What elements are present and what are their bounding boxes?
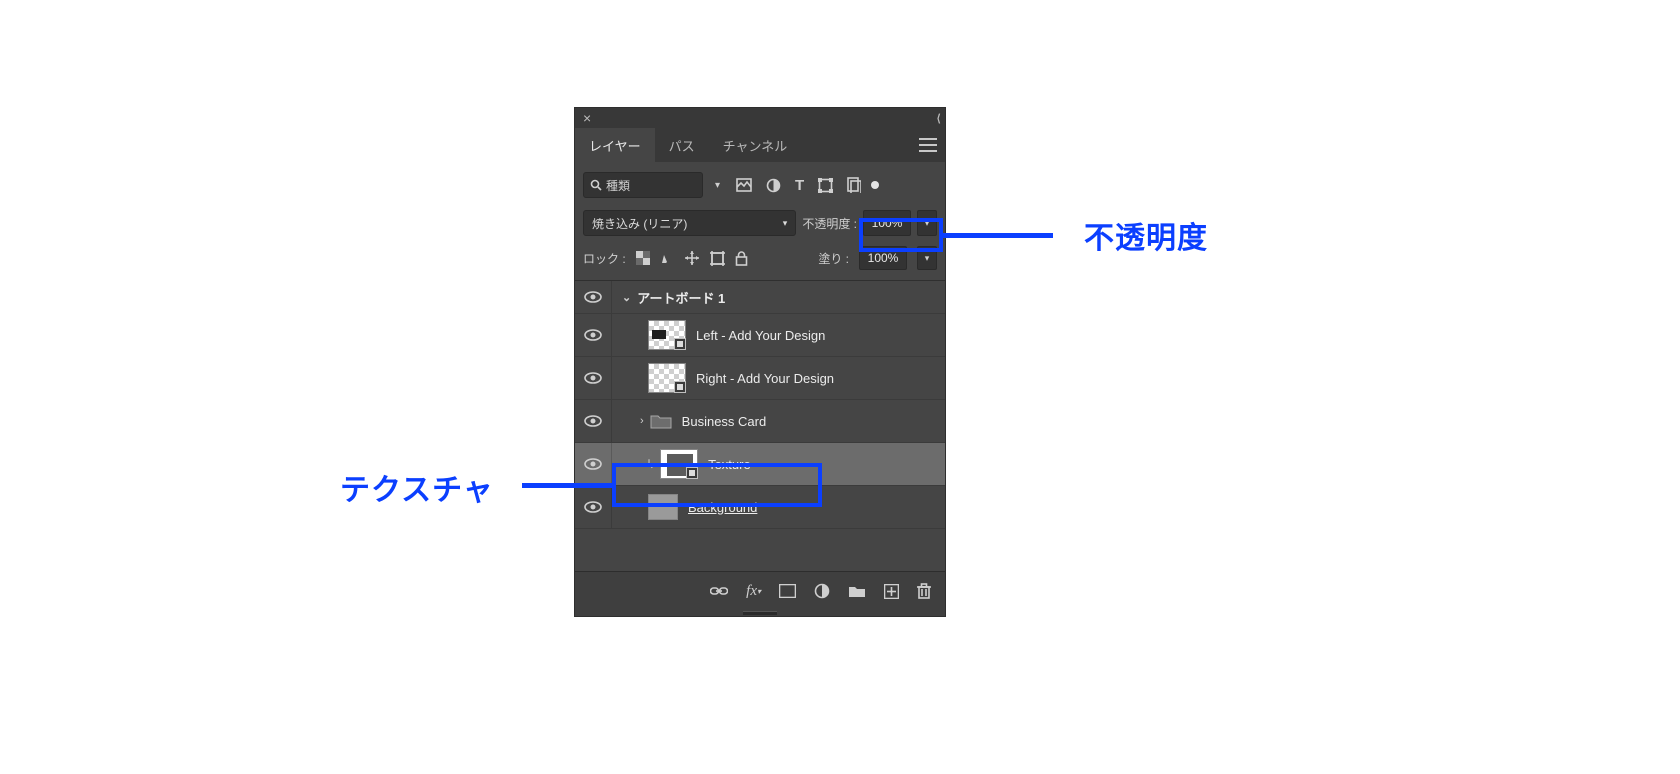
- layer-name: Texture: [708, 457, 751, 472]
- layer-row-right-design[interactable]: Right - Add Your Design: [575, 357, 945, 400]
- filter-toggle-icon[interactable]: [871, 181, 879, 189]
- visibility-toggle[interactable]: [575, 281, 612, 313]
- tab-channels[interactable]: チャンネル: [709, 128, 802, 162]
- layer-row-texture[interactable]: ↳ Texture: [575, 443, 945, 486]
- panel-titlebar: × ⟨⟨: [575, 108, 945, 128]
- layer-style-icon[interactable]: fx▾: [746, 583, 761, 600]
- smartobject-badge-icon: [674, 381, 686, 393]
- fill-label: 塗り :: [818, 250, 849, 267]
- new-layer-icon[interactable]: [884, 584, 899, 599]
- clipping-mask-icon: ↳: [646, 457, 656, 471]
- chevron-down-icon[interactable]: ▾: [709, 180, 726, 191]
- link-layers-icon[interactable]: [710, 586, 728, 596]
- delete-layer-icon[interactable]: [917, 583, 931, 599]
- layer-row-left-design[interactable]: Left - Add Your Design: [575, 314, 945, 357]
- layer-row-artboard[interactable]: ⌄ アートボード 1: [575, 281, 945, 314]
- filter-kind-label: 種類: [606, 177, 630, 194]
- blend-opacity-row: 焼き込み (リニア) ▾ 不透明度 : 100% ▾: [575, 206, 945, 242]
- annotation-connector: [522, 483, 612, 488]
- layers-panel: × ⟨⟨ レイヤー パス チャンネル 種類 ▾ T: [575, 108, 945, 616]
- close-icon[interactable]: ×: [583, 111, 591, 125]
- layer-name: Business Card: [682, 414, 767, 429]
- lock-artboard-icon[interactable]: [710, 251, 725, 266]
- smartobject-badge-icon: [686, 467, 698, 479]
- panel-resize-grip[interactable]: [575, 610, 945, 616]
- opacity-dropdown-icon[interactable]: ▾: [917, 210, 937, 236]
- panel-tabs: レイヤー パス チャンネル: [575, 128, 945, 162]
- chevron-down-icon[interactable]: ⌄: [622, 291, 637, 304]
- visibility-toggle[interactable]: [575, 486, 612, 528]
- chevron-right-icon[interactable]: ›: [640, 415, 650, 427]
- annotation-connector: [943, 233, 1053, 238]
- blend-mode-select[interactable]: 焼き込み (リニア) ▾: [583, 210, 796, 236]
- annotation-label-texture: テクスチャ: [340, 465, 494, 509]
- layers-list: ⌄ アートボード 1 Left - Add Your Design R: [575, 280, 945, 571]
- new-group-icon[interactable]: [848, 584, 866, 598]
- filter-type-layer-icon[interactable]: T: [795, 177, 804, 194]
- folder-icon: [650, 413, 672, 429]
- lock-fill-row: ロック : 塗り : 100% ▾: [575, 242, 945, 280]
- lock-image-icon[interactable]: [660, 251, 674, 265]
- lock-label: ロック :: [583, 250, 626, 267]
- opacity-label: 不透明度 :: [802, 215, 857, 232]
- visibility-toggle[interactable]: [575, 357, 612, 399]
- layer-row-background[interactable]: Background: [575, 486, 945, 529]
- layer-name: Background: [688, 500, 757, 515]
- panel-menu-icon[interactable]: [919, 138, 937, 152]
- fill-input[interactable]: 100%: [859, 246, 907, 270]
- layer-thumbnail[interactable]: [648, 494, 678, 520]
- tab-paths[interactable]: パス: [655, 128, 709, 162]
- layer-thumbnail[interactable]: [660, 449, 698, 479]
- lock-transparent-icon[interactable]: [636, 251, 650, 265]
- lock-position-icon[interactable]: [684, 250, 700, 266]
- collapse-panel-icon[interactable]: ⟨⟨: [936, 112, 937, 125]
- layer-thumbnail[interactable]: [648, 320, 686, 350]
- layer-filter-row: 種類 ▾ T: [575, 162, 945, 206]
- tab-layers[interactable]: レイヤー: [575, 128, 655, 162]
- visibility-toggle[interactable]: [575, 443, 612, 485]
- annotation-label-opacity: 不透明度: [1084, 213, 1208, 257]
- filter-adjustment-icon[interactable]: [766, 178, 781, 193]
- layer-name: Right - Add Your Design: [696, 371, 834, 386]
- layer-mask-icon[interactable]: [779, 584, 796, 598]
- visibility-toggle[interactable]: [575, 314, 612, 356]
- layer-thumbnail[interactable]: [648, 363, 686, 393]
- layer-name: アートボード 1: [637, 288, 725, 307]
- filter-pixel-icon[interactable]: [736, 178, 752, 192]
- search-icon: [590, 179, 602, 191]
- filter-type-icons: T: [736, 177, 861, 194]
- lock-all-icon[interactable]: [735, 251, 748, 266]
- blend-mode-value: 焼き込み (リニア): [592, 215, 687, 232]
- opacity-input[interactable]: 100%: [863, 210, 911, 236]
- layers-bottom-toolbar: fx▾: [575, 571, 945, 610]
- layer-row-business-card[interactable]: › Business Card: [575, 400, 945, 443]
- filter-kind-select[interactable]: 種類: [583, 172, 703, 198]
- layer-name: Left - Add Your Design: [696, 328, 825, 343]
- filter-smartobject-icon[interactable]: [847, 177, 861, 193]
- filter-shape-icon[interactable]: [818, 178, 833, 193]
- chevron-down-icon: ▾: [783, 218, 788, 229]
- visibility-toggle[interactable]: [575, 400, 612, 442]
- adjustment-layer-icon[interactable]: [814, 583, 830, 599]
- smartobject-badge-icon: [674, 338, 686, 350]
- fill-dropdown-icon[interactable]: ▾: [917, 246, 937, 270]
